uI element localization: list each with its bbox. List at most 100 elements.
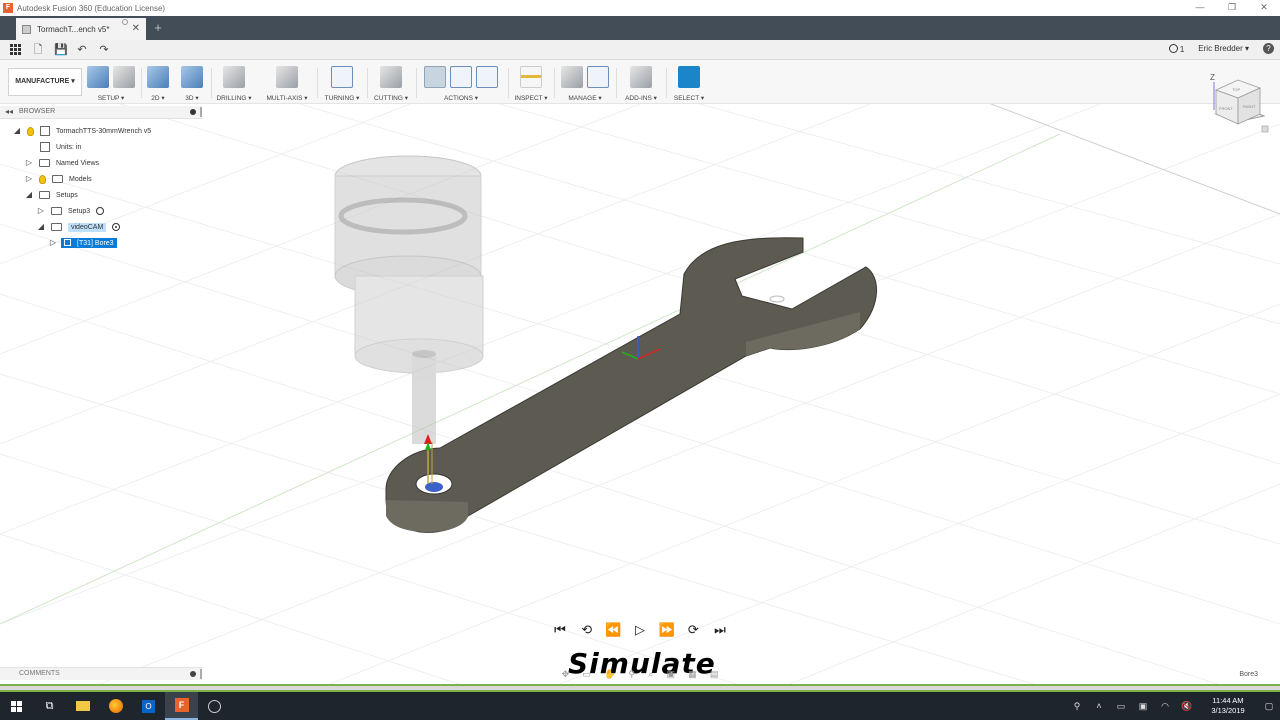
previous-operation-button[interactable]: ⟲ [577, 622, 597, 638]
add-comment-icon[interactable] [190, 671, 196, 677]
undo-icon[interactable]: ↶ [76, 44, 88, 56]
action-center-icon[interactable]: ▣ [1132, 701, 1154, 712]
setup-group[interactable]: SETUP ▾ [86, 64, 136, 102]
tree-item-setups[interactable]: ◢ Setups [25, 188, 78, 202]
play-button[interactable]: ▷ [630, 622, 650, 638]
tool-holder[interactable] [334, 155, 484, 444]
tree-item-videocam[interactable]: ◢ videoCAM [37, 220, 121, 234]
clock-time: 11:44 AM [1212, 696, 1244, 705]
pin-icon[interactable] [190, 109, 196, 115]
taskbar-clock[interactable]: 11:44 AM 3/13/2019 [1198, 696, 1258, 716]
expand-toggle-icon[interactable]: ◢ [25, 191, 33, 199]
viewcube-front-face[interactable]: FRONT [1219, 106, 1233, 111]
3d-viewport[interactable]: Z [0, 104, 1280, 684]
tree-root[interactable]: ◢ TormachTTS-30mmWrench v5 [13, 124, 151, 138]
tree-item-named-views[interactable]: ▷ Named Views [25, 156, 99, 170]
tab-close-button[interactable]: ✕ [132, 23, 140, 34]
document-tab[interactable]: TormachT...ench v5* ✕ [16, 18, 146, 40]
visibility-bulb-icon[interactable] [27, 126, 34, 136]
expand-toggle-icon[interactable]: ▷ [37, 207, 45, 215]
fusion360-taskbar-button[interactable]: F [165, 692, 198, 720]
file-menu-icon[interactable]: 🗋 [32, 44, 44, 56]
look-at-icon[interactable]: ▭ [582, 669, 591, 680]
zoom-icon[interactable]: ⚲ [628, 669, 635, 680]
panel-resize-handle[interactable] [200, 107, 202, 117]
user-menu[interactable]: Eric Bredder ▾ [1198, 44, 1249, 53]
fit-icon[interactable]: ⌕ [648, 669, 653, 680]
viewcube-menu-icon[interactable] [1261, 125, 1269, 133]
display-settings-icon[interactable]: ▣ [666, 669, 675, 680]
job-status-indicator[interactable]: 1 [1168, 43, 1184, 54]
file-explorer-button[interactable] [66, 692, 99, 720]
minimize-button[interactable]: — [1184, 0, 1216, 16]
show-hidden-icons[interactable]: ˄ [1088, 701, 1110, 711]
save-icon[interactable]: 💾 [54, 44, 68, 56]
go-to-end-button[interactable]: ⏭ [710, 622, 730, 638]
inspect-group[interactable]: INSPECT ▾ [514, 64, 548, 102]
task-view-button[interactable]: ⧉ [33, 692, 66, 720]
multi-axis-group[interactable]: MULTI-AXIS ▾ [264, 64, 310, 102]
cutting-group[interactable]: CUTTING ▾ [372, 64, 410, 102]
wifi-icon[interactable]: ◠ [1154, 701, 1176, 712]
2d-group[interactable]: 2D ▾ [147, 64, 169, 102]
next-operation-button[interactable]: ⟳ [683, 622, 703, 638]
expand-toggle-icon[interactable]: ▷ [49, 239, 57, 247]
select-group[interactable]: SELECT ▾ [672, 64, 706, 102]
divider [666, 68, 667, 98]
divider [416, 68, 417, 98]
restore-button[interactable]: ❐ [1216, 0, 1248, 16]
viewcube-top-face[interactable]: TOP [1232, 87, 1240, 92]
new-tab-button[interactable]: + [148, 18, 168, 40]
workspace-switcher[interactable]: MANUFACTURE ▾ [8, 68, 82, 96]
actions-group[interactable]: ACTIONS ▾ [420, 64, 502, 102]
data-panel-grid-icon[interactable] [10, 43, 22, 56]
redo-icon[interactable]: ↷ [98, 44, 110, 56]
close-window-button[interactable]: ✕ [1248, 0, 1280, 16]
expand-toggle-icon[interactable]: ▷ [25, 175, 33, 183]
windows-taskbar: ⧉ O F ⚲ ˄ ▭ ▣ ◠ 🔇 11:44 AM 3/13/2019 ▢ [0, 692, 1280, 720]
expand-toggle-icon[interactable]: ▷ [25, 159, 33, 167]
viewport-canvas[interactable] [0, 104, 1280, 684]
drill-icon [223, 66, 245, 88]
tree-item-units[interactable]: Units: in [34, 140, 81, 154]
add-ins-group[interactable]: ADD-INS ▾ [622, 64, 660, 102]
cortana-button[interactable] [198, 692, 231, 720]
viewcube-right-face[interactable]: RIGHT [1243, 104, 1256, 109]
tree-item-models[interactable]: ▷ Models [25, 172, 92, 186]
viewports-icon[interactable]: ▤ [710, 669, 719, 680]
people-icon[interactable]: ⚲ [1066, 701, 1088, 712]
battery-icon[interactable]: ▭ [1110, 701, 1132, 712]
help-icon[interactable]: ? [1263, 43, 1274, 54]
tree-item-bore3[interactable]: ▷ [T31] Bore3 [49, 236, 117, 250]
firefox-button[interactable] [99, 692, 132, 720]
drilling-group[interactable]: DRILLING ▾ [215, 64, 253, 102]
orbit-icon[interactable]: ✥ [562, 669, 570, 680]
viewcube-widget[interactable]: Z TOP FRONT RIGHT [1202, 70, 1272, 140]
tree-item-setup3[interactable]: ▷ Setup3 [37, 204, 105, 218]
active-setup-radio-icon[interactable] [112, 223, 121, 231]
step-back-button[interactable]: ⏪ [603, 622, 623, 638]
collapse-panel-icon[interactable]: ◂◂ [5, 107, 13, 116]
go-to-start-button[interactable]: ⏮ [550, 622, 570, 638]
bore3-selected[interactable]: [T31] Bore3 [61, 238, 117, 248]
expand-toggle-icon[interactable]: ◢ [13, 127, 21, 135]
activate-radio-icon[interactable] [96, 207, 105, 215]
grid-settings-icon[interactable]: ▦ [688, 669, 697, 680]
3d-group[interactable]: 3D ▾ [181, 64, 203, 102]
visibility-bulb-icon[interactable] [39, 174, 46, 184]
post-process-icon[interactable] [450, 66, 472, 88]
simulate-icon[interactable] [424, 66, 446, 88]
outlook-button[interactable]: O [132, 692, 165, 720]
panel-resize-handle[interactable] [200, 669, 202, 679]
notifications-icon[interactable]: ▢ [1258, 701, 1280, 712]
pan-icon[interactable]: ✋ [604, 669, 615, 680]
step-forward-button[interactable]: ⏩ [657, 622, 677, 638]
expand-toggle-icon[interactable]: ◢ [37, 223, 45, 231]
manage-group[interactable]: MANAGE ▾ [560, 64, 610, 102]
turning-group[interactable]: TURNING ▾ [323, 64, 361, 102]
setup-sheet-icon[interactable] [476, 66, 498, 88]
volume-icon[interactable]: 🔇 [1176, 701, 1198, 712]
select-menu-label: SELECT ▾ [673, 95, 705, 102]
start-button[interactable] [0, 692, 33, 720]
timeline-track[interactable] [0, 686, 1280, 690]
